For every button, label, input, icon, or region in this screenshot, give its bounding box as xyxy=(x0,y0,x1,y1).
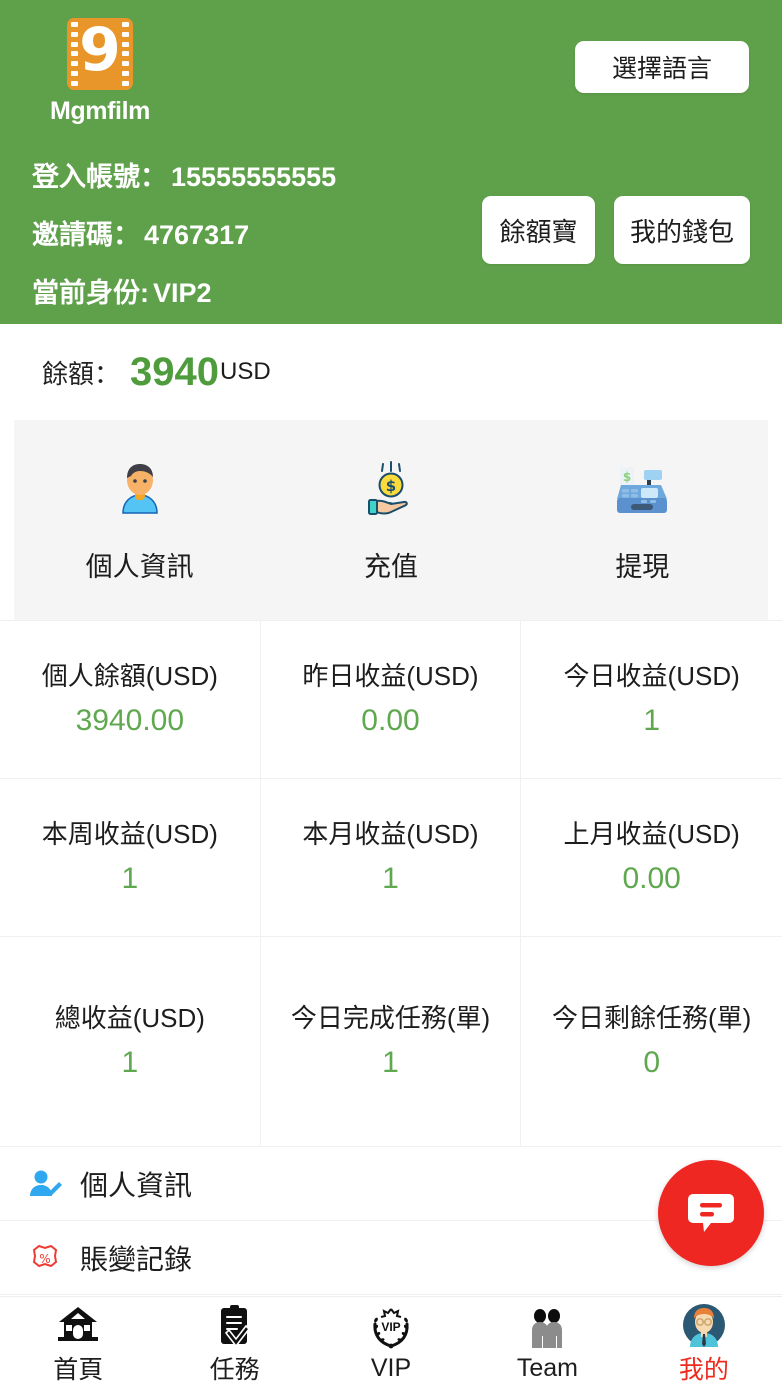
quick-action-withdraw[interactable]: $ 提現 xyxy=(517,457,768,584)
quick-actions-panel: 個人資訊 $ 充值 $ 提現 xyxy=(14,420,768,620)
stat-value: 0.00 xyxy=(361,703,420,737)
nav-item-profile[interactable]: 我的 xyxy=(626,1303,782,1386)
logo-glyph-text: 9 xyxy=(79,18,121,85)
stat-title: 今日完成任務(單) xyxy=(290,1003,491,1034)
nav-item-home[interactable]: 首頁 xyxy=(0,1303,156,1386)
identity-value: VIP2 xyxy=(153,278,212,308)
stat-value: 1 xyxy=(121,861,139,895)
nav-item-team[interactable]: Team xyxy=(469,1307,625,1383)
select-language-button[interactable]: 選擇語言 xyxy=(575,41,749,93)
balance-bar: 餘額： 3940 USD xyxy=(0,324,782,420)
app-screen: 9 Mgmfilm 選擇語言 登入帳號： 15555555555 邀請碼： 47… xyxy=(0,0,782,1392)
account-info-block: 登入帳號： 15555555555 邀請碼： 4767317 當前身份: VIP… xyxy=(32,155,336,329)
stat-cell: 上月收益(USD) 0.00 xyxy=(521,779,782,937)
nav-item-tasks[interactable]: 任務 xyxy=(156,1303,312,1386)
svg-text:$: $ xyxy=(623,470,631,484)
my-wallet-button[interactable]: 我的錢包 xyxy=(613,196,750,264)
invite-code-value: 4767317 xyxy=(144,220,250,250)
brand-name-text: Mgmfilm xyxy=(50,97,150,125)
header-top-row: 9 Mgmfilm 選擇語言 xyxy=(18,18,764,126)
nav-item-home-label: 首頁 xyxy=(53,1356,104,1384)
stat-cell: 總收益(USD) 1 xyxy=(0,937,261,1147)
balance-amount: 3940 xyxy=(130,350,219,394)
balance-currency: USD xyxy=(220,358,271,385)
stat-value: 0 xyxy=(643,1045,660,1079)
stat-title: 總收益(USD) xyxy=(54,1003,205,1034)
svg-text:%: % xyxy=(39,1252,50,1266)
clipboard-check-icon xyxy=(215,1303,255,1347)
stat-title: 昨日收益(USD) xyxy=(302,661,479,692)
quick-action-recharge[interactable]: $ 充值 xyxy=(265,457,516,584)
stat-title: 今日剩餘任務(單) xyxy=(551,1003,752,1034)
nav-item-vip[interactable]: VIP VIP xyxy=(313,1307,469,1383)
percent-tag-icon: % xyxy=(26,1239,66,1277)
stat-title: 本月收益(USD) xyxy=(302,819,479,850)
svg-text:VIP: VIP xyxy=(381,1320,400,1334)
chat-bubble-icon xyxy=(683,1183,739,1244)
nav-item-team-label: Team xyxy=(516,1353,578,1382)
yuebao-button[interactable]: 餘額寶 xyxy=(481,196,595,264)
user-edit-icon xyxy=(26,1165,66,1203)
invite-code-label: 邀請碼： xyxy=(32,220,140,250)
quick-action-withdraw-label: 提現 xyxy=(615,551,670,582)
stat-title: 今日收益(USD) xyxy=(563,661,740,692)
account-label: 登入帳號： xyxy=(32,162,167,192)
stat-title: 本周收益(USD) xyxy=(41,819,218,850)
svg-text:$: $ xyxy=(386,477,396,495)
stat-cell: 今日剩餘任務(單) 0 xyxy=(521,937,782,1147)
menu-item-profile-label: 個人資訊 xyxy=(80,1169,193,1201)
stat-cell: 個人餘額(USD) 3940.00 xyxy=(0,621,261,779)
account-row: 登入帳號： 15555555555 xyxy=(32,155,336,194)
stat-title: 個人餘額(USD) xyxy=(41,661,218,692)
identity-row: 當前身份: VIP2 xyxy=(32,271,336,310)
profile-avatar-icon xyxy=(682,1303,726,1347)
nav-item-profile-label: 我的 xyxy=(678,1356,729,1384)
header-action-buttons: 餘額寶 我的錢包 xyxy=(481,196,750,264)
stat-cell: 昨日收益(USD) 0.00 xyxy=(260,621,522,779)
nav-item-tasks-label: 任務 xyxy=(209,1356,260,1384)
invite-code-row: 邀請碼： 4767317 xyxy=(32,213,336,252)
vip-wreath-icon: VIP xyxy=(368,1307,414,1351)
stat-value: 1 xyxy=(643,703,660,737)
cash-register-icon: $ xyxy=(611,457,673,521)
stat-title: 上月收益(USD) xyxy=(563,819,740,850)
brand-logo: 9 Mgmfilm xyxy=(18,18,168,126)
menu-item-transactions-label: 賬變記錄 xyxy=(80,1243,193,1275)
team-people-icon xyxy=(526,1307,568,1351)
stat-value: 1 xyxy=(382,861,399,895)
quick-action-profile[interactable]: 個人資訊 xyxy=(14,457,265,584)
stats-grid: 個人餘額(USD) 3940.00 昨日收益(USD) 0.00 今日收益(US… xyxy=(0,620,782,1147)
hand-coin-icon: $ xyxy=(360,457,422,521)
stat-value: 0.00 xyxy=(622,861,681,895)
quick-action-profile-label: 個人資訊 xyxy=(85,551,194,582)
stat-cell: 本周收益(USD) 1 xyxy=(0,779,261,937)
stat-value: 1 xyxy=(382,1045,399,1079)
stat-value: 1 xyxy=(121,1045,139,1079)
home-icon xyxy=(56,1303,100,1347)
quick-action-recharge-label: 充值 xyxy=(363,551,418,582)
stat-cell: 本月收益(USD) 1 xyxy=(260,779,522,937)
app-header: 9 Mgmfilm 選擇語言 登入帳號： 15555555555 邀請碼： 47… xyxy=(0,0,782,324)
balance-label: 餘額： xyxy=(42,358,121,389)
stat-cell: 今日收益(USD) 1 xyxy=(521,621,782,779)
stat-cell: 今日完成任務(單) 1 xyxy=(260,937,522,1147)
nav-item-vip-label: VIP xyxy=(370,1353,412,1382)
person-avatar-icon xyxy=(109,457,171,521)
film-logo-icon: 9 xyxy=(67,18,133,90)
chat-support-button[interactable] xyxy=(658,1160,764,1266)
stat-value: 3940.00 xyxy=(75,703,185,737)
account-value: 15555555555 xyxy=(171,162,337,192)
identity-label: 當前身份: xyxy=(32,278,149,308)
bottom-navigation: 首頁 任務 VIP VIP Team 我的 xyxy=(0,1296,782,1392)
